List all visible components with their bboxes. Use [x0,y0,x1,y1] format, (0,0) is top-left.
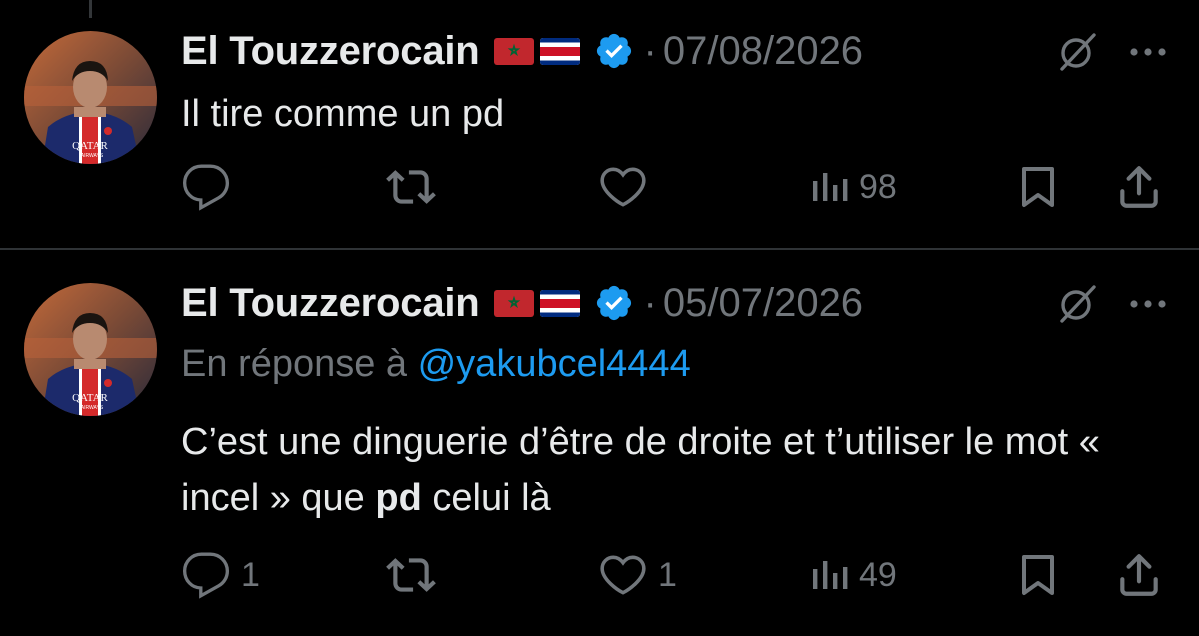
flag-emojis [493,289,580,317]
views-count: 98 [859,167,897,206]
reply-count: 1 [241,555,260,594]
morocco-flag-icon [493,289,534,317]
tweet-separator: · [643,28,657,73]
tweet-text-segment: Il tire comme un pd [181,93,505,135]
views-count: 49 [859,555,897,594]
verified-badge-icon[interactable] [594,31,634,71]
bookmark-icon [1022,555,1054,595]
tweet[interactable]: QATAR AIRWAYS El Touzzerocain [0,0,1199,249]
verified-badge-icon[interactable] [594,283,634,323]
svg-text:QATAR: QATAR [72,392,108,404]
tweet-header: El Touzzerocain · 07/08/2026 [181,26,863,76]
retweet-button[interactable] [385,162,447,212]
views-button[interactable]: 49 [809,550,897,600]
views-chart-icon [813,173,848,201]
flag-emojis [493,37,580,65]
views-button[interactable]: 98 [809,162,897,212]
tweet-date[interactable]: 07/08/2026 [663,29,863,74]
tweet-text-segment: C’est une dinguerie d’être de droite et … [181,421,1100,519]
tweet-actions: 98 [0,162,1199,212]
svg-text:AIRWAYS: AIRWAYS [81,153,104,159]
reply-to-handle-link[interactable]: @yakubcel4444 [418,343,691,385]
bookmark-icon [1022,167,1054,207]
morocco-flag-icon [493,37,534,65]
reply-prefix: En réponse à [181,343,418,385]
grok-icon[interactable] [1054,29,1100,75]
share-icon [1120,166,1158,208]
share-icon [1120,554,1158,596]
heart-icon [600,167,646,207]
tweet[interactable]: QATAR AIRWAYS El Touzzerocain [0,250,1199,636]
tweet-feed: QATAR AIRWAYS El Touzzerocain · 07/08/20… [0,0,1199,636]
costa-rica-flag-icon [539,289,580,317]
retweet-button[interactable] [385,550,447,600]
tweet-text: Il tire comme un pd [181,86,1171,142]
avatar[interactable]: QATAR AIRWAYS [24,283,157,416]
reply-button[interactable]: 1 [181,550,260,600]
author-display-name[interactable]: El Touzzerocain [181,29,480,74]
tweet-header: El Touzzerocain · 05/07/2026 [181,278,863,328]
more-options-icon[interactable] [1126,294,1170,314]
tweet-separator: · [643,280,657,325]
tweet-date[interactable]: 05/07/2026 [663,281,863,326]
tweet-text: C’est une dinguerie d’être de droite et … [181,414,1171,526]
bookmark-button[interactable] [1016,162,1060,212]
costa-rica-flag-icon [539,37,580,65]
svg-text:AIRWAYS: AIRWAYS [81,405,104,411]
author-display-name[interactable]: El Touzzerocain [181,281,480,326]
reply-icon [182,552,230,599]
like-button[interactable] [598,162,658,212]
retweet-icon [386,170,436,204]
tweet-actions: 1 1 49 [0,550,1199,600]
grok-icon[interactable] [1054,281,1100,327]
share-button[interactable] [1114,162,1164,212]
more-options-icon[interactable] [1126,42,1170,62]
bookmark-button[interactable] [1016,550,1060,600]
reply-context: En réponse à @yakubcel4444 [181,343,691,386]
like-button[interactable]: 1 [598,550,677,600]
retweet-icon [386,558,436,592]
svg-text:QATAR: QATAR [72,140,108,152]
reply-button[interactable] [181,162,241,212]
reply-icon [182,164,230,211]
tweet-text-segment: celui là [421,477,551,519]
share-button[interactable] [1114,550,1164,600]
heart-icon [600,555,646,595]
views-chart-icon [813,561,848,589]
avatar[interactable]: QATAR AIRWAYS [24,31,157,164]
like-count: 1 [658,555,677,594]
tweet-text-bold-segment: pd [375,477,422,519]
